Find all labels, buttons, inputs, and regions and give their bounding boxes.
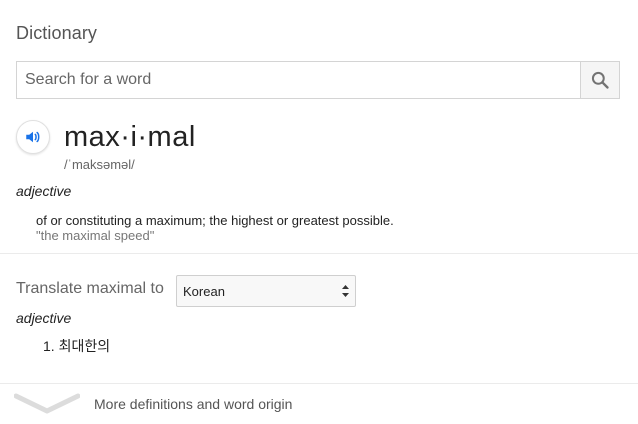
translate-label: Translate maximal to <box>16 280 164 297</box>
dictionary-card: Dictionary max·i·mal /ˈmaksəməl/ adjecti… <box>0 0 638 424</box>
speaker-icon <box>26 131 40 143</box>
definition-text: of or constituting a maximum; the highes… <box>36 213 394 228</box>
translation-item: 1. 최대한의 <box>43 338 111 354</box>
select-arrows-icon <box>342 285 349 297</box>
phonetic-spelling: /ˈmaksəməl/ <box>64 157 135 172</box>
headword: max·i·mal <box>64 121 196 153</box>
language-select[interactable]: Korean <box>176 275 356 307</box>
pronunciation-button[interactable] <box>16 120 50 154</box>
example-sentence: "the maximal speed" <box>36 228 155 243</box>
translation-part-of-speech: adjective <box>16 310 72 326</box>
language-select-value: Korean <box>183 284 225 299</box>
search-button[interactable] <box>580 62 619 98</box>
more-definitions-button[interactable]: More definitions and word origin <box>0 384 638 424</box>
search-input[interactable] <box>17 62 581 98</box>
card-title: Dictionary <box>16 23 98 43</box>
chevron-down-icon <box>14 393 80 414</box>
more-definitions-label: More definitions and word origin <box>94 396 293 412</box>
search-box <box>16 61 620 99</box>
search-icon <box>591 71 609 89</box>
part-of-speech: adjective <box>16 183 72 199</box>
divider <box>0 253 638 254</box>
